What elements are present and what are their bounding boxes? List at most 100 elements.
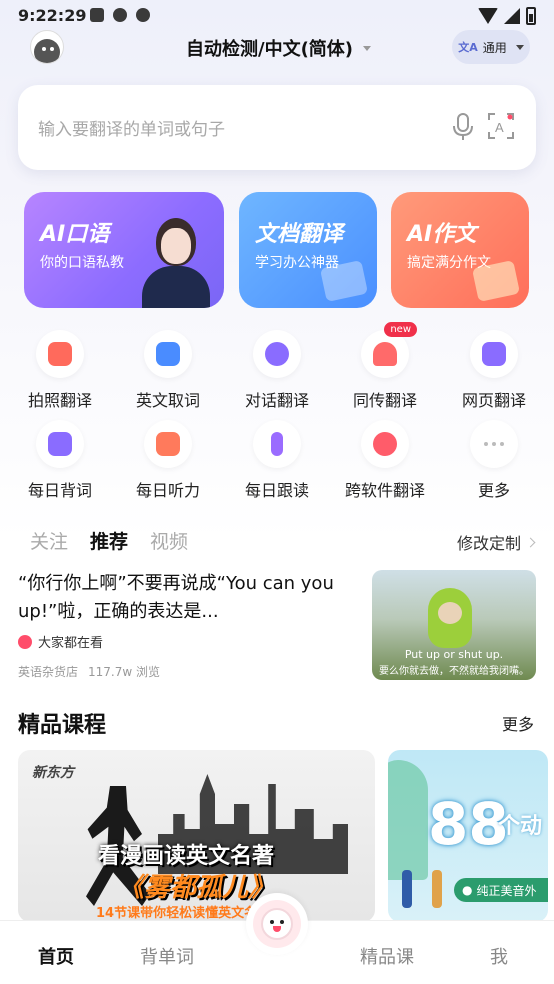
- quick-action-cross-app-translate[interactable]: 跨软件翻译: [335, 420, 435, 501]
- message-notification-icon: [113, 8, 127, 22]
- cross-app-icon: [361, 420, 409, 468]
- system-icons: [478, 7, 536, 25]
- microphone-icon[interactable]: [452, 113, 474, 141]
- quick-action-label: 拍照翻译: [27, 391, 92, 410]
- feed-article[interactable]: “你行你上啊”不要再说成“You can you up!”啦，正确的表达是...…: [18, 570, 536, 682]
- character-face: [438, 602, 462, 624]
- person-illustration: [432, 870, 442, 908]
- feed-tabs: 关注 推荐 视频: [30, 527, 188, 554]
- hot-label: 大家都在看: [38, 636, 104, 651]
- course-card[interactable]: 新东方 看漫画读英文名著 《雾都孤儿》 14节课带你轻松读懂英文名著: [18, 750, 375, 922]
- customize-button[interactable]: 修改定制: [457, 530, 536, 554]
- tab-recommend[interactable]: 推荐: [90, 527, 128, 554]
- chevron-right-icon: [525, 537, 536, 547]
- chevron-down-icon: [515, 44, 524, 50]
- mascot-icon: [253, 900, 301, 948]
- article-title: “你行你上啊”不要再说成“You can you up!”啦，正确的表达是...: [18, 573, 334, 622]
- vocab-icon: [36, 420, 84, 468]
- scan-text-icon[interactable]: A: [488, 113, 514, 139]
- quick-action-label: 每日背词: [27, 481, 92, 500]
- tab-video[interactable]: 视频: [150, 527, 188, 554]
- fire-icon: [18, 634, 32, 649]
- card-subtitle: 你的口语私教: [40, 255, 124, 271]
- avatar[interactable]: [30, 30, 64, 64]
- quick-action-daily-listening[interactable]: 每日听力: [118, 420, 218, 501]
- course-card[interactable]: 88 个动 ● 纯正美音外: [388, 750, 548, 922]
- quick-action-label: 每日听力: [135, 481, 200, 500]
- status-time: 9:22:29: [18, 6, 87, 25]
- quick-action-webpage-translate[interactable]: 网页翻译: [444, 330, 544, 411]
- nav-vocab[interactable]: 背单词: [140, 943, 194, 969]
- chevron-down-icon: [363, 45, 372, 51]
- course-big-number: 88: [428, 790, 509, 858]
- new-badge: new: [384, 322, 417, 337]
- translate-mode-icon: 文A: [458, 41, 478, 54]
- card-title: AI口语: [40, 222, 110, 247]
- courses-section-title: 精品课程: [18, 713, 107, 738]
- nav-home[interactable]: 首页: [38, 943, 74, 969]
- battery-icon: [526, 7, 536, 25]
- quick-action-label: 同传翻译: [352, 391, 417, 410]
- mode-selector[interactable]: 文A 通用: [452, 30, 530, 64]
- chat-icon: [253, 330, 301, 378]
- course-number-suffix: 个动: [498, 814, 543, 839]
- quick-action-daily-vocab[interactable]: 每日背词: [10, 420, 110, 501]
- person-illustration: [402, 870, 412, 908]
- radio-icon: [144, 420, 192, 468]
- brand-logo: 新东方: [32, 765, 74, 781]
- app-notification-icon: [90, 8, 104, 22]
- signal-icon: [504, 8, 520, 24]
- courses-more-link[interactable]: 更多: [502, 711, 534, 735]
- quick-action-simultaneous-translate[interactable]: new 同传翻译: [335, 322, 435, 411]
- avatar-eye-icon: [42, 47, 46, 51]
- search-placeholder: 输入要翻译的单词或句子: [38, 120, 225, 140]
- tutor-illustration: [136, 212, 216, 308]
- audio-tag: ● 纯正美音外: [454, 878, 548, 902]
- svg-text:A: A: [495, 120, 504, 135]
- quick-action-dialogue-translate[interactable]: 对话翻译: [227, 330, 327, 411]
- wifi-icon: [478, 8, 498, 24]
- simultaneous-icon: [361, 330, 409, 378]
- top-bar: 自动检测/中文(简体) 文A 通用: [0, 30, 554, 70]
- course-subtitle: 《雾都孤儿》: [118, 873, 275, 903]
- ai-notification-icon: [136, 8, 150, 22]
- webpage-icon: [470, 330, 518, 378]
- article-thumbnail: Put up or shut up. 要么你就去做，不然就给我闭嘴。: [372, 570, 536, 680]
- card-title: 文档翻译: [255, 222, 344, 247]
- thumbnail-caption-zh: 要么你就去做，不然就给我闭嘴。: [379, 666, 529, 677]
- quick-action-label: 每日跟读: [244, 481, 309, 500]
- quick-action-label: 英文取词: [135, 391, 200, 410]
- audio-label: 纯正美音外: [476, 883, 537, 898]
- ai-essay-card[interactable]: AI作文 搞定满分作文: [391, 192, 529, 308]
- more-icon: [470, 420, 518, 468]
- essay-paper-icon: [471, 260, 521, 302]
- nav-profile[interactable]: 我: [490, 943, 508, 969]
- tab-follow[interactable]: 关注: [30, 527, 68, 554]
- quick-action-label: 更多: [477, 481, 510, 500]
- card-title: AI作文: [407, 222, 477, 247]
- document-icon: [319, 260, 369, 302]
- search-input[interactable]: 输入要翻译的单词或句子 A: [18, 85, 536, 170]
- quick-action-photo-translate[interactable]: 拍照翻译: [10, 330, 110, 411]
- ai-oral-card[interactable]: AI口语 你的口语私教: [24, 192, 224, 308]
- microphone-icon: ●: [462, 883, 473, 897]
- status-bar: 9:22:29: [0, 0, 554, 30]
- mode-label: 通用: [482, 40, 507, 55]
- word-pick-icon: [144, 330, 192, 378]
- quick-action-word-pick[interactable]: 英文取词: [118, 330, 218, 411]
- nav-courses[interactable]: 精品课: [360, 943, 414, 969]
- article-views: 117.7w 浏览: [88, 665, 160, 679]
- quick-action-daily-reading[interactable]: 每日跟读: [227, 420, 327, 501]
- nav-center-button[interactable]: [246, 893, 308, 955]
- avatar-face-icon: [34, 39, 60, 63]
- language-selector-label: 自动检测/中文(简体): [186, 39, 354, 60]
- language-selector[interactable]: 自动检测/中文(简体): [186, 35, 372, 61]
- quick-action-more[interactable]: 更多: [444, 420, 544, 501]
- article-source: 英语杂货店: [18, 665, 79, 679]
- document-translate-card[interactable]: 文档翻译 学习办公神器: [239, 192, 377, 308]
- thumbnail-caption-en: Put up or shut up.: [404, 648, 504, 661]
- microphone-icon: [253, 420, 301, 468]
- notification-icons: [90, 8, 150, 22]
- quick-action-label: 对话翻译: [244, 391, 309, 410]
- quick-action-label: 跨软件翻译: [344, 481, 425, 500]
